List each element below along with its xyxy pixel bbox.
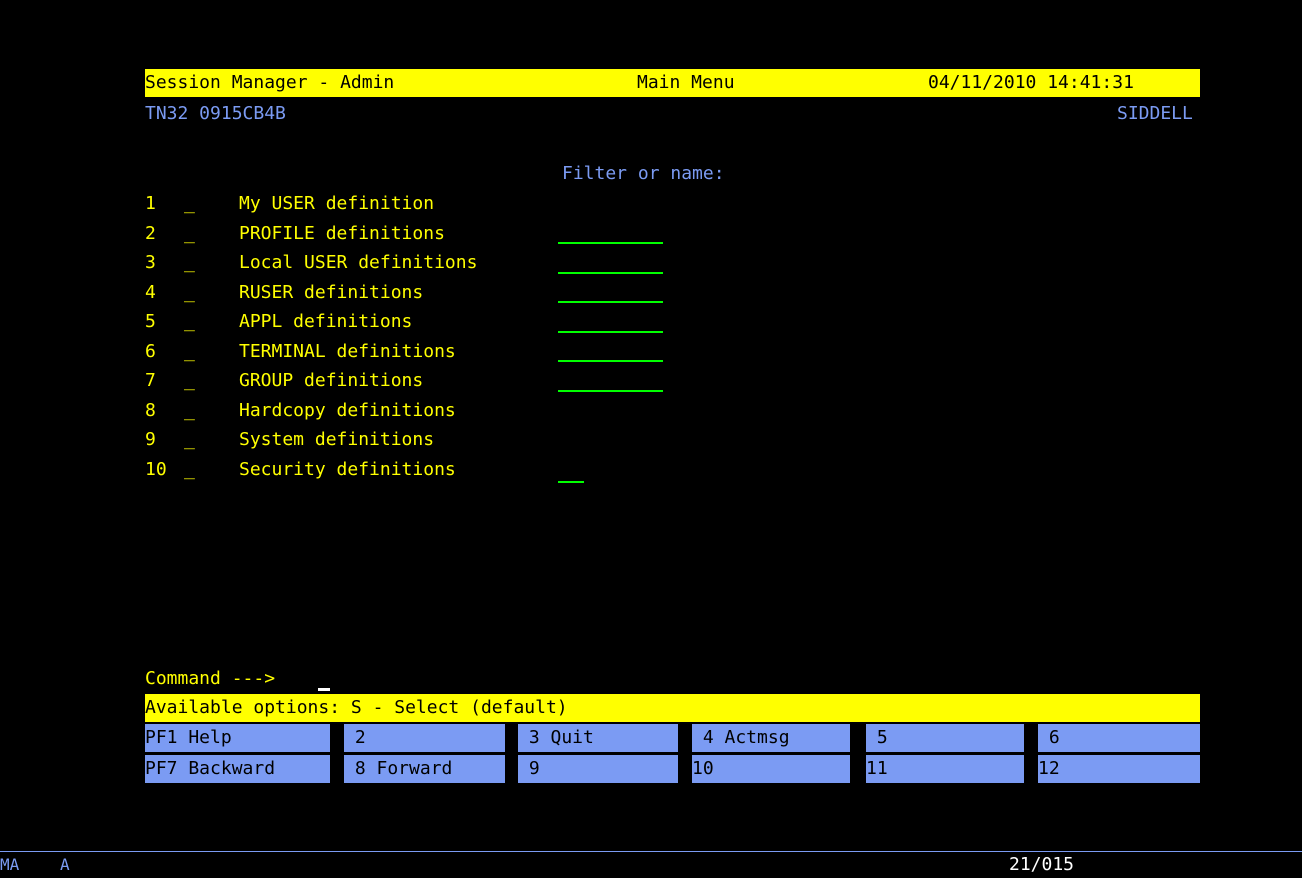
menu-item-select-field[interactable]: _ [184, 250, 195, 276]
pf1-help-key[interactable]: PF1 Help [145, 724, 330, 752]
menu-item-select-field[interactable]: _ [184, 398, 195, 424]
command-input[interactable] [318, 666, 518, 692]
pf2-key[interactable]: 2 [344, 724, 505, 752]
menu-item-number: 1 [145, 193, 156, 214]
menu-item-number: 2 [145, 223, 156, 244]
pf-key-label: 9 [518, 758, 540, 779]
filter-label: Filter or name: [562, 163, 725, 184]
options-bar: Available options: S - Select (default) [145, 694, 1200, 722]
menu-item-label: APPL definitions [239, 311, 413, 332]
menu-item-select-field[interactable]: _ [184, 339, 195, 365]
filter-input-terminal[interactable] [558, 360, 663, 362]
pf7-backward-key[interactable]: PF7 Backward [145, 755, 330, 783]
filter-input-security[interactable] [558, 481, 584, 483]
pf-key-label: 6 [1038, 727, 1060, 748]
pf3-quit-key[interactable]: 3 Quit [518, 724, 678, 752]
menu-item-number: 9 [145, 429, 156, 450]
menu-item-number: 3 [145, 252, 156, 273]
title-bar: Session Manager - Admin Main Menu 04/11/… [145, 69, 1200, 97]
menu-item-number: 4 [145, 282, 156, 303]
menu-item-select-field[interactable]: _ [184, 191, 195, 217]
filter-input-group[interactable] [558, 390, 663, 392]
menu-item-select-field[interactable]: _ [184, 368, 195, 394]
menu-item-label: Security definitions [239, 459, 456, 480]
options-text: Available options: S - Select (default) [145, 697, 568, 718]
menu-item-number: 8 [145, 400, 156, 421]
menu-item-label: Hardcopy definitions [239, 400, 456, 421]
menu-item-select-field[interactable]: _ [184, 309, 195, 335]
menu-item-number: 5 [145, 311, 156, 332]
menu-item-label: PROFILE definitions [239, 223, 445, 244]
pf-key-label: 5 [866, 727, 888, 748]
cursor-position: 21/015 [1009, 854, 1075, 875]
pf12-key[interactable]: 12 [1038, 755, 1200, 783]
screen-title: Main Menu [637, 72, 735, 93]
menu-item-label: System definitions [239, 429, 435, 450]
menu-item-select-field[interactable]: _ [184, 280, 195, 306]
filter-input-ruser[interactable] [558, 301, 663, 303]
pf8-forward-key[interactable]: 8 Forward [344, 755, 505, 783]
menu-item-label: GROUP definitions [239, 370, 424, 391]
menu-item-label: RUSER definitions [239, 282, 424, 303]
terminal-id: TN32 0915CB4B [145, 103, 286, 124]
pf10-key[interactable]: 10 [692, 755, 850, 783]
menu-item-select-field[interactable]: _ [184, 221, 195, 247]
pf5-key[interactable]: 5 [866, 724, 1024, 752]
pf11-key[interactable]: 11 [866, 755, 1024, 783]
keyboard-indicator: A [60, 855, 70, 874]
text-cursor [318, 688, 330, 691]
user-id: SIDDELL [1117, 103, 1193, 124]
menu-item-number: 7 [145, 370, 156, 391]
menu-item-number: 10 [145, 459, 167, 480]
menu-item-select-field[interactable]: _ [184, 457, 195, 483]
menu-item-label: My USER definition [239, 193, 435, 214]
filter-input-profile[interactable] [558, 242, 663, 244]
menu-item-number: 6 [145, 341, 156, 362]
mode-indicator: MA [0, 855, 20, 874]
pf6-key[interactable]: 6 [1038, 724, 1200, 752]
pf-key-label: 3 Quit [518, 727, 594, 748]
app-title: Session Manager - Admin [145, 72, 395, 93]
filter-input-appl[interactable] [558, 331, 663, 333]
status-bar: MA A 21/015 [0, 853, 1302, 878]
pf-key-label: 8 Forward [344, 758, 453, 779]
menu-item-label: TERMINAL definitions [239, 341, 456, 362]
pf-key-label: 4 Actmsg [692, 727, 790, 748]
status-separator [0, 851, 1302, 852]
menu-item-label: Local USER definitions [239, 252, 478, 273]
pf9-key[interactable]: 9 [518, 755, 678, 783]
command-label: Command ---> [145, 668, 276, 689]
pf4-actmsg-key[interactable]: 4 Actmsg [692, 724, 850, 752]
pf-key-label: 10 [692, 758, 714, 779]
filter-input-local-user[interactable] [558, 272, 663, 274]
pf-key-label: 11 [866, 758, 888, 779]
menu-item-select-field[interactable]: _ [184, 427, 195, 453]
pf-key-label: 2 [344, 727, 366, 748]
datetime: 04/11/2010 14:41:31 [928, 72, 1134, 93]
pf-key-label: PF1 Help [145, 727, 232, 748]
pf-key-label: 12 [1038, 758, 1060, 779]
pf-key-label: PF7 Backward [145, 758, 276, 779]
